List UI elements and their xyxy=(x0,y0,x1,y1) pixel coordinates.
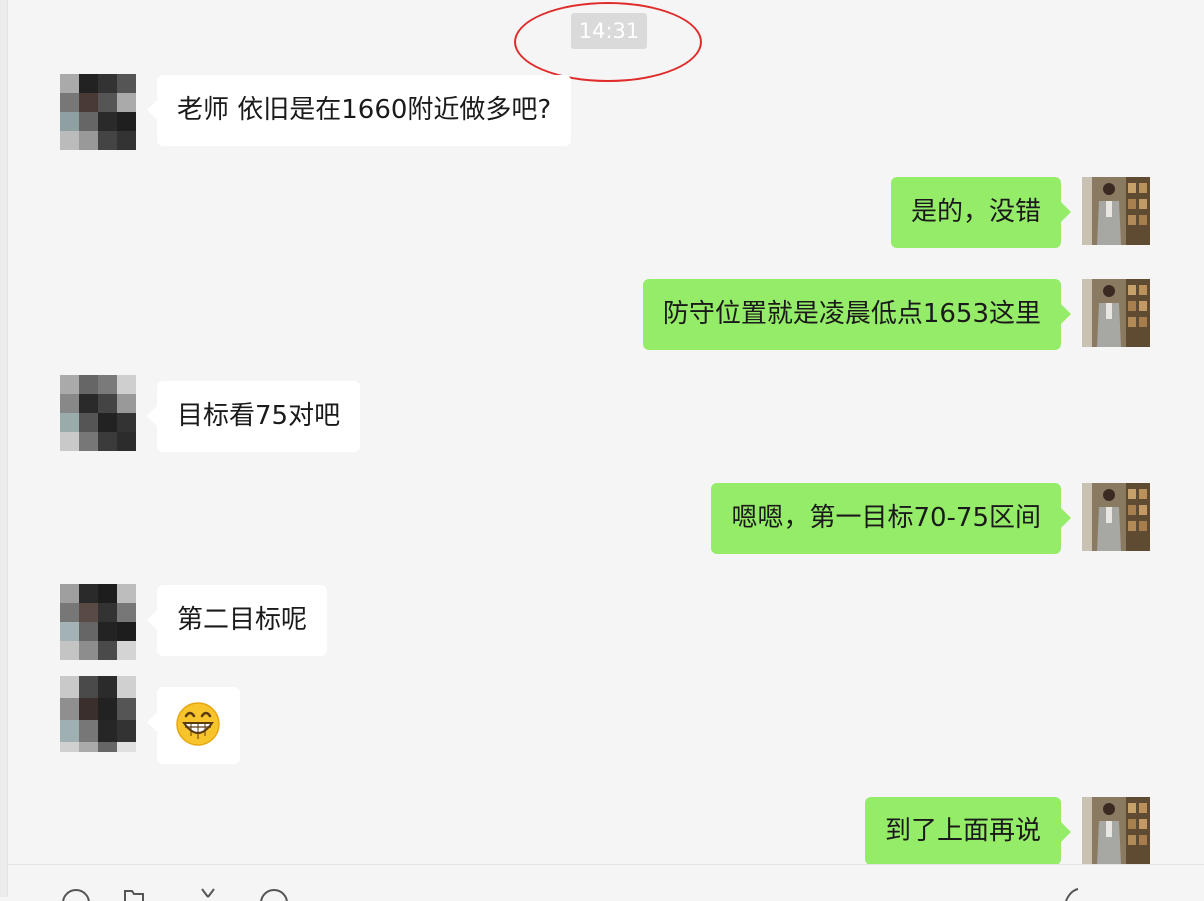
message-bubble-outgoing[interactable]: 是的，没错 xyxy=(890,177,1072,248)
message-bubble-outgoing[interactable]: 嗯嗯，第一目标70-75区间 xyxy=(711,483,1071,554)
message-bubble-incoming[interactable]: 第二目标呢 xyxy=(146,585,328,656)
message-bubble-incoming[interactable] xyxy=(147,687,240,764)
chat-history-icon[interactable] xyxy=(258,887,290,901)
user-avatar[interactable] xyxy=(1082,797,1150,865)
annotation-circle xyxy=(514,2,702,82)
window-left-edge xyxy=(0,0,8,897)
message-bubble-outgoing[interactable]: 防守位置就是凌晨低点1653这里 xyxy=(642,279,1072,350)
user-avatar[interactable] xyxy=(1082,483,1150,551)
input-toolbar xyxy=(8,865,1204,901)
folder-icon[interactable] xyxy=(122,887,146,901)
contact-avatar[interactable] xyxy=(60,676,136,752)
grinning-face-emoji-icon xyxy=(176,702,220,746)
contact-avatar[interactable] xyxy=(60,584,136,660)
message-bubble-outgoing[interactable]: 到了上面再说 xyxy=(864,797,1072,865)
user-avatar[interactable] xyxy=(1082,177,1150,245)
user-avatar[interactable] xyxy=(1082,279,1150,347)
phone-icon[interactable] xyxy=(1060,887,1084,901)
scissors-icon[interactable] xyxy=(196,887,220,901)
message-bubble-incoming[interactable]: 目标看75对吧 xyxy=(146,381,361,452)
message-bubble-incoming[interactable]: 老师 依旧是在1660附近做多吧? xyxy=(146,75,572,146)
emoji-icon[interactable] xyxy=(60,887,92,901)
contact-avatar[interactable] xyxy=(60,375,136,451)
contact-avatar[interactable] xyxy=(60,74,136,150)
